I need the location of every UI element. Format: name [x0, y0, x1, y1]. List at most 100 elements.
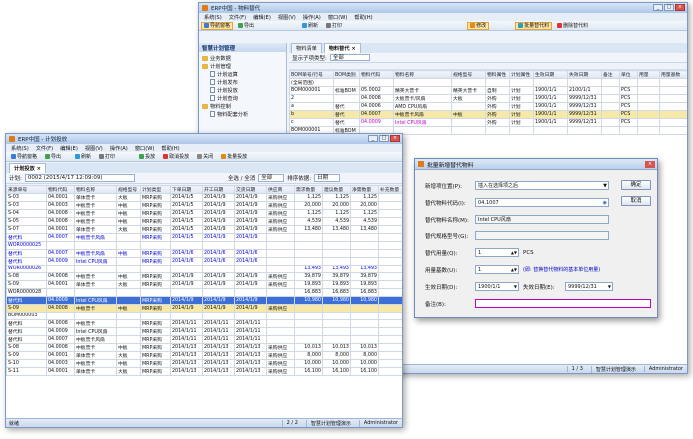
menu-edit[interactable]: 编辑(E)	[253, 14, 271, 21]
nav-tree-item[interactable]: 计划查询	[202, 94, 283, 102]
chevron-down-icon[interactable]: ▼	[603, 182, 607, 190]
quantity-stepper[interactable]: 1 ▲▼	[475, 248, 519, 257]
chevron-down-icon[interactable]: ▼	[514, 283, 517, 291]
column-header[interactable]: 开工日期	[202, 185, 235, 194]
nav-tree-item[interactable]: 物料配套分析	[202, 110, 283, 118]
menu-action[interactable]: 操作(A)	[110, 145, 128, 152]
table-row[interactable]: 替代料 04.0009 Intel CPU风扇 MRP采购 2014/1/9 2014/1…	[6, 295, 402, 305]
dialog-close-button[interactable]: ×	[645, 161, 655, 168]
table-row[interactable]: WOR0000025	[6, 241, 402, 250]
table-row[interactable]: S-09 04.0001 单体普卡 大板 MRP采购 2014/1/13 2014/1/13…	[6, 351, 402, 360]
minimize-button[interactable]: _	[368, 135, 378, 142]
menu-action[interactable]: 操作(A)	[303, 14, 321, 21]
column-header[interactable]: 净需数量	[350, 185, 379, 194]
menu-file[interactable]: 文件(F)	[229, 14, 246, 21]
column-header[interactable]: 建议数量	[322, 185, 351, 194]
export-button[interactable]: 导出	[235, 22, 257, 30]
close-plan-button[interactable]: 关闭	[194, 153, 216, 161]
menu-help[interactable]: 帮助(H)	[354, 14, 372, 21]
tab-bom[interactable]: 物料清单	[291, 43, 322, 53]
cancel-release-button[interactable]: 取消投放	[160, 153, 192, 161]
tab-substitute[interactable]: 物料替代 ×	[323, 43, 361, 53]
modify-button[interactable]: 修改	[467, 21, 490, 30]
nav-tree-item[interactable]: 计划运算	[202, 70, 283, 78]
table-row[interactable]: S-04 04.0008 中板普卡 中板 MRP采购 2014/1/5 2014/1/9 20…	[6, 209, 402, 218]
table-row[interactable]: S-10 04.0003 中板普卡 中板 MRP采购 2014/1/13 2014/1/13…	[6, 359, 402, 368]
print-button[interactable]: 打印	[96, 153, 118, 161]
spin-icon[interactable]: ▲▼	[511, 249, 517, 257]
base-qty-stepper[interactable]: 1 ▲▼	[475, 265, 519, 274]
filter-select[interactable]: 全部	[329, 54, 370, 61]
sort-select[interactable]: 日期	[314, 174, 341, 182]
nav-tree-item[interactable]: 计划投放	[202, 86, 283, 94]
menu-view[interactable]: 视图(V)	[278, 14, 296, 21]
close-button[interactable]: ×	[390, 135, 400, 142]
menu-file[interactable]: 文件(F)	[36, 145, 53, 152]
column-header[interactable]: BOM类别	[333, 70, 360, 79]
table-row[interactable]: 替代料 04.0007 中板普卡风扇 MRP采购 2014/1/11 2014/1/11 2…	[6, 335, 402, 344]
minimize-button[interactable]: _	[653, 4, 663, 11]
column-header[interactable]: 物料代码	[46, 185, 75, 194]
table-row[interactable]: S-09 04.0008 中板普卡 中板 MRP采购 2014/1/9 2014/1/9 20…	[6, 303, 402, 313]
type-select[interactable]: 全部	[258, 174, 285, 182]
plan-select[interactable]: 0002 (2015/4/17 12:09:09)	[24, 174, 135, 182]
column-header[interactable]: 来源单号	[6, 185, 47, 194]
remark-input[interactable]	[475, 299, 651, 308]
table-row[interactable]: BOM000003	[6, 311, 402, 320]
nav-tree-item[interactable]: 计划发布	[202, 78, 283, 86]
column-header[interactable]: 规格型号	[116, 185, 141, 194]
table-row[interactable]: WOR0000028 16,883 16,883 16,883	[6, 288, 402, 297]
lookup-icon[interactable]: ◉	[603, 199, 607, 207]
nav-tree-item[interactable]: 业务数据	[202, 54, 283, 62]
expire-date-picker[interactable]: 9999/12/31 ▼	[565, 282, 613, 291]
column-header[interactable]: 物料名称	[74, 185, 117, 194]
column-header[interactable]: BOM单号/行号	[289, 70, 334, 79]
spin-icon[interactable]: ▲▼	[511, 266, 517, 274]
maximize-button[interactable]: □	[664, 4, 674, 11]
column-header[interactable]: 物料名称	[393, 70, 452, 79]
table-row[interactable]: BOM000001 标准BOM 05.0002 精英大普卡 精英大普卡 自制 计划 1900/…	[289, 86, 687, 95]
menu-edit[interactable]: 编辑(E)	[60, 145, 78, 152]
menu-system[interactable]: 系统(S)	[204, 14, 222, 21]
table-row[interactable]: S-05 04.0008 中板普卡 中板 MRP采购 2014/1/5 2014/1/9 20…	[6, 217, 402, 226]
column-header[interactable]: 物料属性	[485, 70, 510, 79]
menu-window[interactable]: 窗口(W)	[328, 14, 348, 21]
table-row[interactable]: 替代料 04.0009 Intel CPU风扇 MRP采购 2014/1/11 2014/…	[6, 327, 402, 336]
maximize-button[interactable]: □	[379, 135, 389, 142]
refresh-button[interactable]: 刷新	[299, 22, 321, 30]
cancel-button[interactable]: 取消	[621, 196, 651, 206]
column-header[interactable]: 交货日期	[234, 185, 267, 194]
table-row[interactable]: WOR0000026 13,493 13,493 13,493	[6, 264, 402, 273]
table-row[interactable]: 替代料 04.0007 中板普卡风扇 MRP采购 2014/1/5 2014/1/9 201…	[6, 233, 402, 242]
menu-system[interactable]: 系统(S)	[11, 145, 29, 152]
column-header[interactable]: 用量基数	[659, 70, 687, 79]
column-header[interactable]: 单位	[619, 70, 638, 79]
substitute-code-input[interactable]: 04.1007 ◉	[475, 198, 609, 207]
table-row[interactable]: S-03 04.0001 单体普卡 大板 MRP采购 2014/1/5 2014/1/9 20…	[6, 193, 402, 202]
table-row[interactable]: S-09 04.0001 单体普卡 大板 MRP采购 2014/1/9 2014/1/9 20…	[6, 280, 402, 289]
table-row[interactable]: b 替代 04.0007 中板普卡风扇 中板 外购 计划 1900/1/1 9999/12/31…	[289, 110, 687, 119]
menu-help[interactable]: 帮助(H)	[161, 145, 179, 152]
release-button[interactable]: 投放	[136, 153, 158, 161]
table-row[interactable]: 2 04.0008 大板普卡/风扇 大板 外购 计划 1900/1/1 9999/12/31 P…	[289, 94, 687, 103]
column-header[interactable]: 需求数量	[294, 185, 323, 194]
table-row[interactable]: S-08 04.0008 中板普卡 中板 MRP采购 2014/1/13 2014/1/13…	[6, 343, 402, 352]
column-header[interactable]: 规格型号	[451, 70, 486, 79]
table-row[interactable]: S-11 04.0001 单体普卡 大板 MRP采购 2014/1/13 2014/1/13…	[6, 367, 402, 376]
table-row[interactable]: 替代料 04.0009 Intel CPU风扇 MRP采购 2014/1/6 2014/1…	[6, 256, 402, 266]
column-header[interactable]: 下单日期	[170, 185, 203, 194]
nav-pane-button[interactable]: 导航窗格	[201, 21, 234, 30]
batch-release-button[interactable]: 批量投放	[218, 153, 250, 161]
nav-tree-item[interactable]: 计划管理	[202, 62, 283, 70]
column-header[interactable]: 计划类型	[140, 185, 171, 194]
chevron-down-icon[interactable]: ▼	[608, 283, 611, 291]
delete-substitute-button[interactable]: 删除替代料	[554, 22, 591, 30]
ok-button[interactable]: 确定	[621, 180, 651, 190]
nav-tree-item[interactable]: 物料控制	[202, 102, 283, 110]
close-button[interactable]: ×	[675, 4, 685, 11]
column-header[interactable]: 备注	[601, 70, 620, 79]
close-tab-icon[interactable]: ×	[37, 166, 41, 172]
table-row[interactable]: 替代料 04.0008 中板普卡 MRP采购 2014/1/11 2014/1/11 201…	[6, 319, 402, 328]
table-row[interactable]: S-08 04.0008 中板普卡 中板 MRP采购 2014/1/9 2014/1/9 20…	[6, 272, 402, 281]
refresh-button[interactable]: 刷新	[72, 153, 94, 161]
